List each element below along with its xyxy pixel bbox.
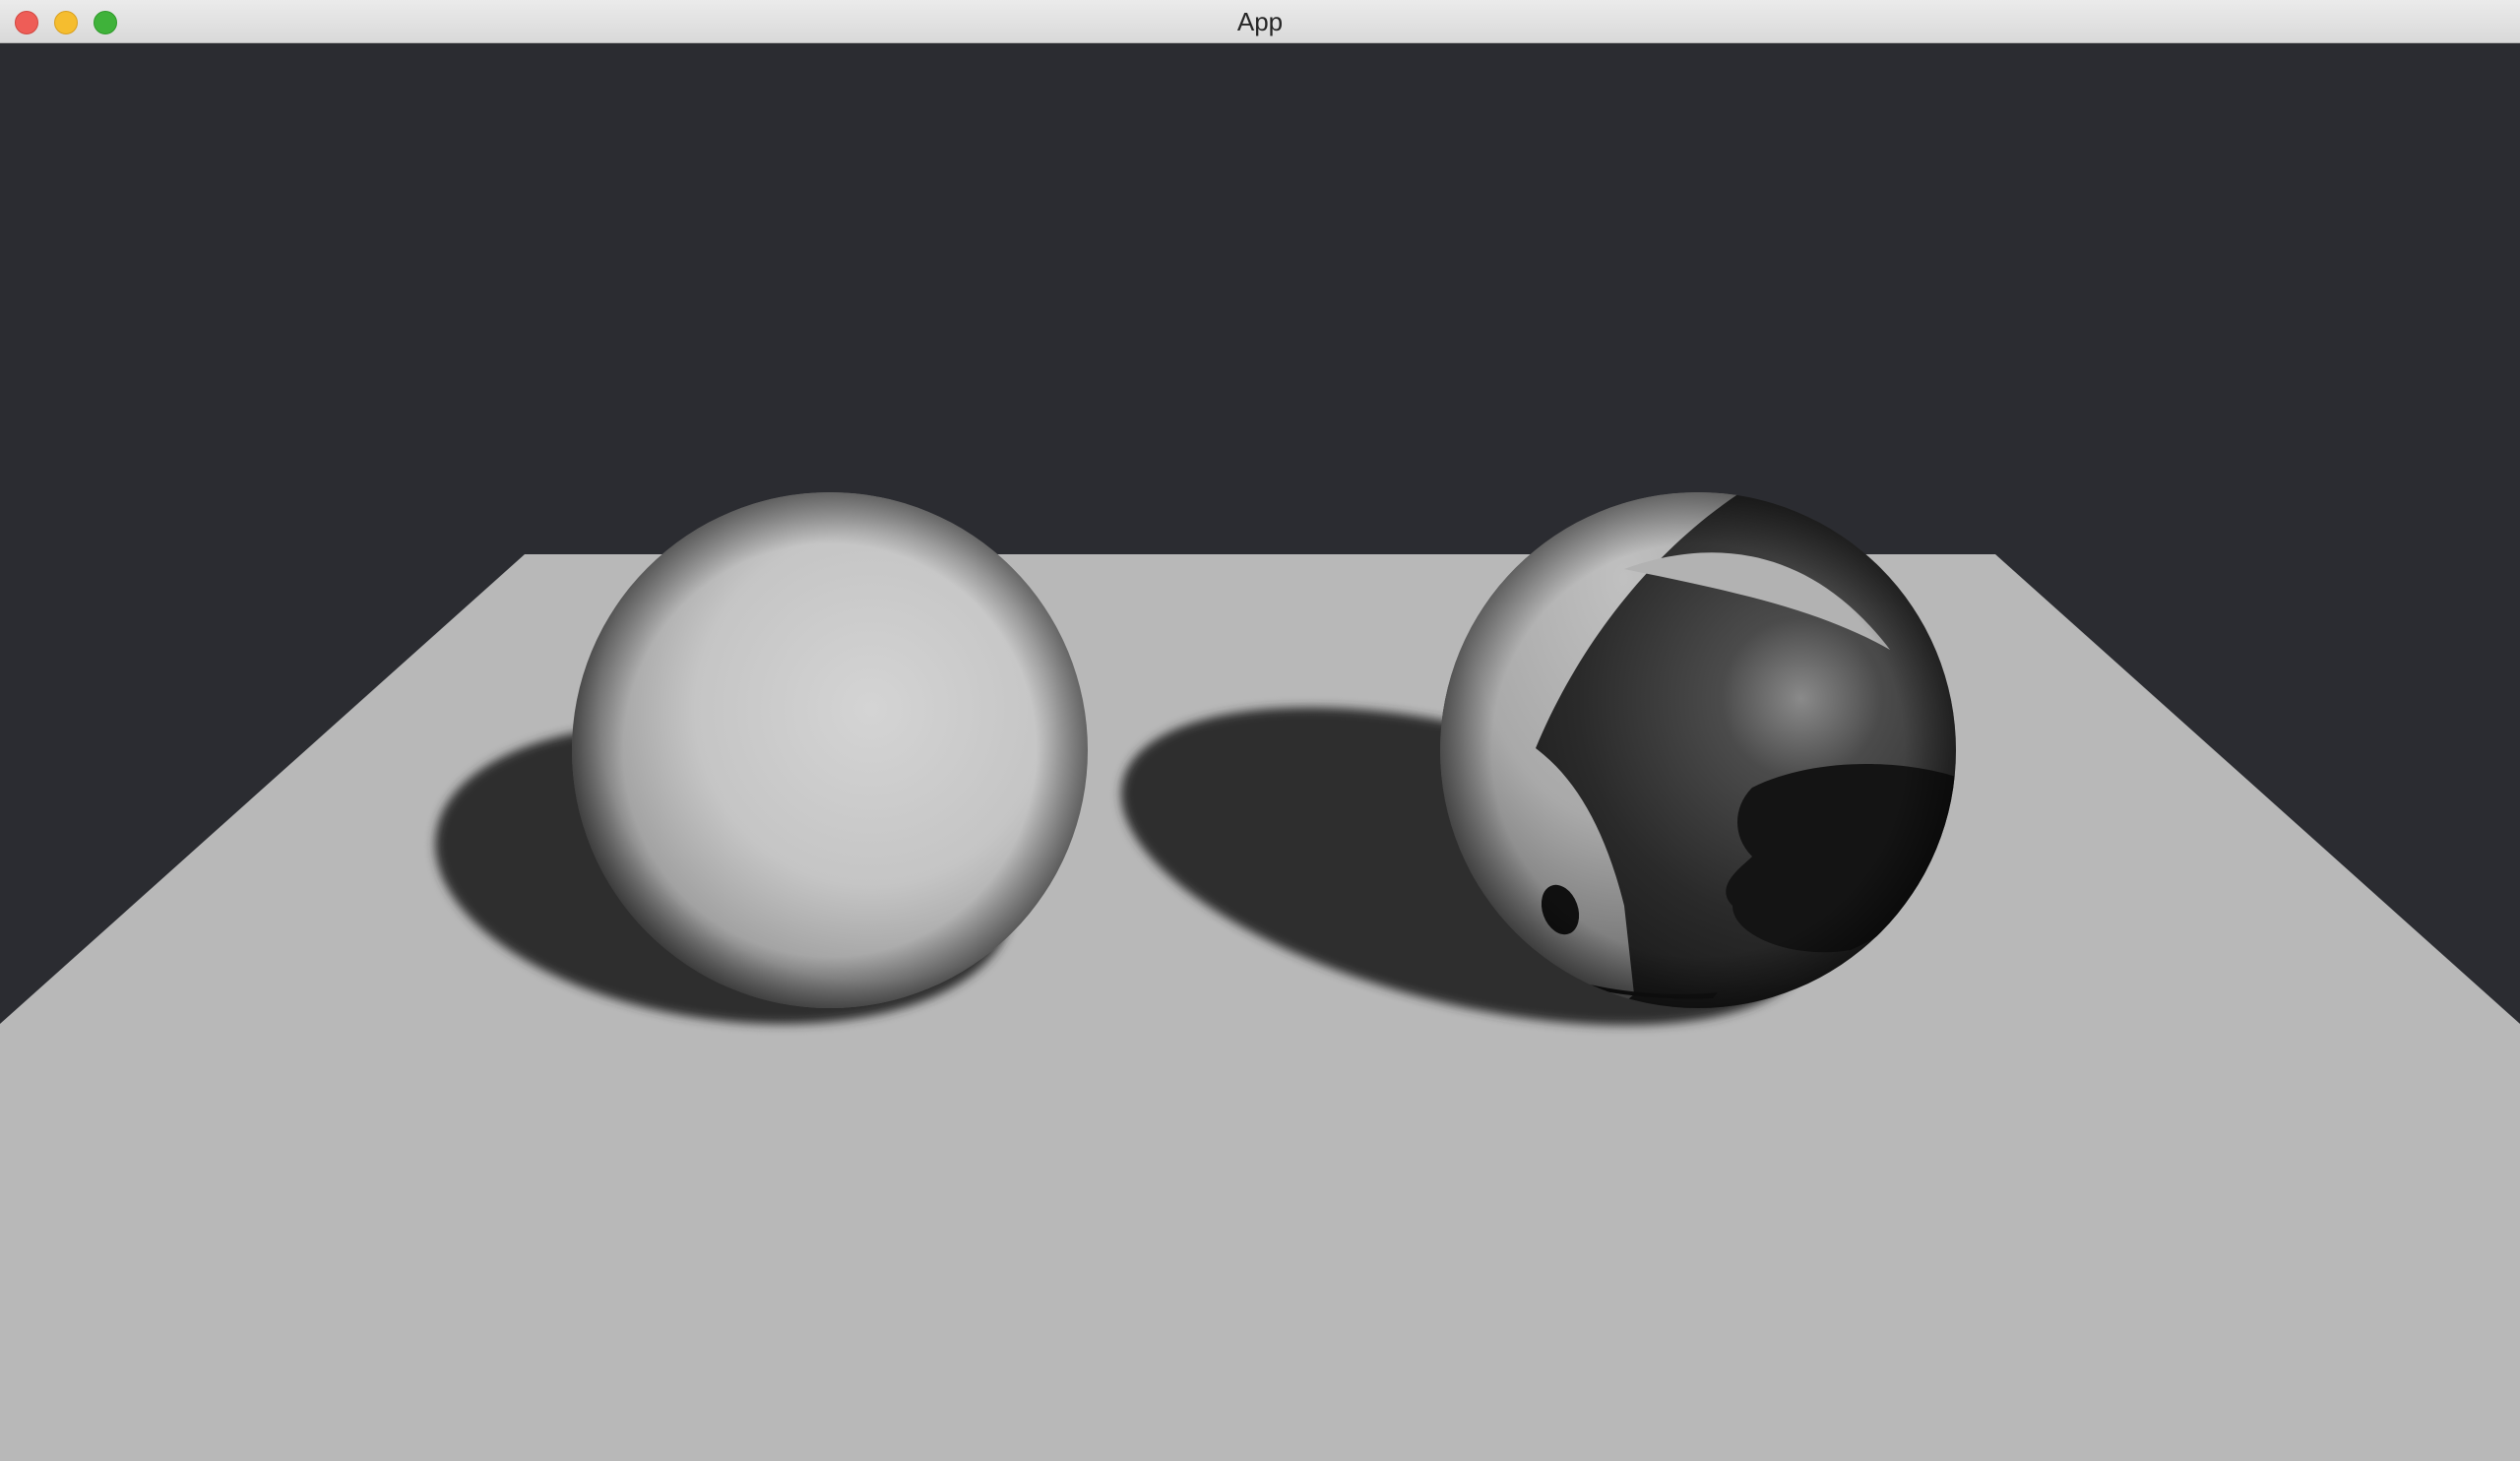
scene-canvas[interactable] (0, 43, 2520, 1461)
render-viewport[interactable] (0, 43, 2520, 1461)
plain-sphere[interactable] (572, 492, 1088, 1008)
window-title: App (1236, 7, 1284, 36)
title-bar[interactable]: App (0, 0, 2520, 43)
floor-plane (0, 554, 2520, 1461)
app-window: App (0, 0, 2520, 1461)
